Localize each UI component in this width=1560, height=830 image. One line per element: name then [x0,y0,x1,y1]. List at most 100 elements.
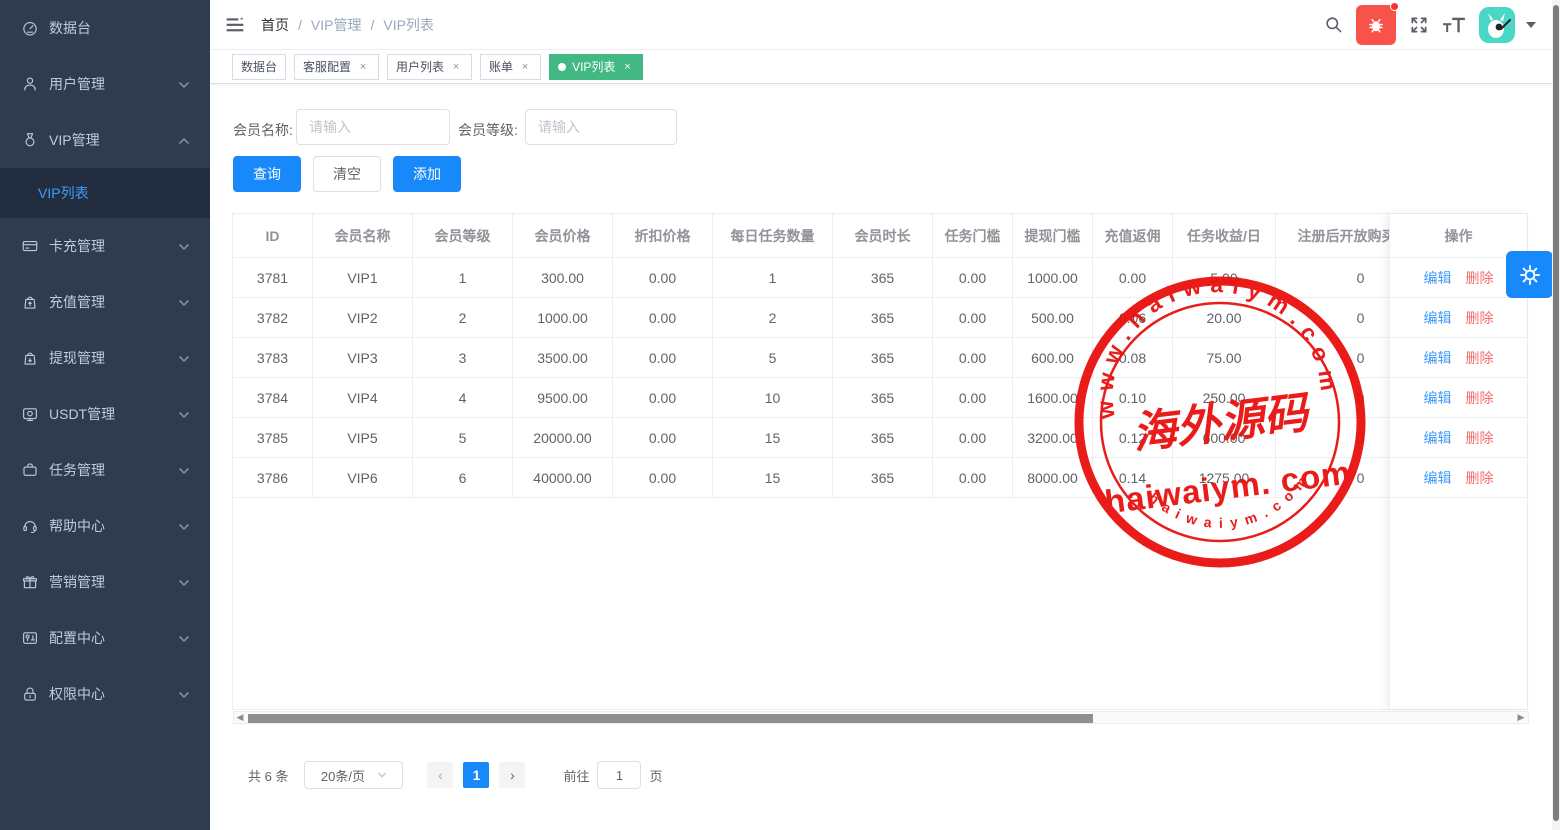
close-icon[interactable]: × [518,61,532,73]
scroll-right-icon[interactable]: ▶ [1515,712,1527,723]
chevron-down-icon [178,240,190,252]
cell: VIP4 [313,378,413,418]
current-page-button[interactable]: 1 [463,762,489,788]
cell: 0.00 [613,458,713,498]
tag-bill[interactable]: 账单 × [480,54,541,80]
delete-link[interactable]: 删除 [1466,308,1494,328]
delete-link[interactable]: 删除 [1466,428,1494,448]
cell: 3 [413,338,513,378]
chevron-down-icon [178,78,190,90]
breadcrumb: 首页 / VIP管理 / VIP列表 [261,15,434,35]
chevron-down-icon [178,520,190,532]
edit-link[interactable]: 编辑 [1424,468,1452,488]
sidebar-item-tasks[interactable]: 任务管理 [0,442,210,498]
edit-link[interactable]: 编辑 [1424,268,1452,288]
total-count: 共 6 条 [248,766,288,785]
row-actions: 编辑删除 [1390,458,1527,498]
tag-vip-list-active[interactable]: VIP列表 × [549,54,643,80]
sidebar-item-label: 用户管理 [49,74,105,94]
query-button[interactable]: 查询 [233,156,301,192]
config-icon [21,629,39,647]
fullscreen-icon[interactable] [1409,15,1429,35]
cell: 1275.00 [1173,458,1276,498]
close-icon[interactable]: × [620,61,634,73]
cell: 2 [413,298,513,338]
cell: 15 [713,458,833,498]
breadcrumb-home[interactable]: 首页 [261,15,289,35]
sidebar-toggle-icon[interactable] [225,15,245,35]
cell: 1 [413,258,513,298]
horizontal-scrollbar-thumb[interactable] [248,714,1093,723]
horizontal-scrollbar[interactable]: ◀ ▶ [233,711,1529,724]
delete-link[interactable]: 删除 [1466,348,1494,368]
sidebar-item-users[interactable]: 用户管理 [0,56,210,112]
sidebar-item-marketing[interactable]: 营销管理 [0,554,210,610]
next-page-button[interactable]: › [499,762,525,788]
col-task-threshold: 任务门槛 [933,214,1013,258]
breadcrumb-vip[interactable]: VIP管理 [311,15,362,35]
sidebar-item-help[interactable]: 帮助中心 [0,498,210,554]
sidebar-item-label: 提现管理 [49,348,105,368]
col-member-name: 会员名称 [313,214,413,258]
page-size-select[interactable]: 20条/页 [304,761,403,789]
cell: 0.00 [933,338,1013,378]
cell: 1 [713,258,833,298]
sidebar-item-label: 卡充管理 [49,236,105,256]
cell: 1000.00 [513,298,613,338]
col-task-income: 任务收益/日 [1173,214,1276,258]
goto-page-input[interactable] [597,761,641,789]
sidebar-item-vip-list[interactable]: VIP列表 [0,168,210,218]
tag-dashboard[interactable]: 数据台 [232,54,286,80]
col-duration: 会员时长 [833,214,933,258]
scroll-left-icon[interactable]: ◀ [234,712,246,723]
sidebar-item-vip[interactable]: VIP管理 [0,112,210,168]
search-icon[interactable] [1324,15,1343,34]
settings-gear-button[interactable] [1506,251,1553,298]
error-log-button[interactable] [1356,5,1396,45]
table-row: 3785VIP5520000.000.00153650.003200.000.1… [233,418,1527,458]
cell: 15 [713,418,833,458]
cell-id: 3783 [233,338,313,378]
sidebar-item-permissions[interactable]: 权限中心 [0,666,210,722]
col-discount-price: 折扣价格 [613,214,713,258]
tag-kefu-config[interactable]: 客服配置 × [294,54,379,80]
cell: 0.00 [933,258,1013,298]
edit-link[interactable]: 编辑 [1424,428,1452,448]
user-icon [21,75,39,93]
col-withdraw-threshold: 提现门槛 [1013,214,1093,258]
delete-link[interactable]: 删除 [1466,268,1494,288]
col-id: ID [233,214,313,258]
avatar-dropdown-caret[interactable] [1526,22,1536,28]
sidebar-item-label: 帮助中心 [49,516,105,536]
edit-link[interactable]: 编辑 [1424,348,1452,368]
delete-link[interactable]: 删除 [1466,388,1494,408]
cell: 0.00 [1093,258,1173,298]
delete-link[interactable]: 删除 [1466,468,1494,488]
sidebar-item-dashboard[interactable]: 数据台 [0,0,210,56]
close-icon[interactable]: × [356,61,370,73]
medal-icon [21,131,39,149]
clear-button[interactable]: 清空 [313,156,381,192]
vertical-scrollbar[interactable] [1552,0,1560,830]
chevron-down-icon [178,408,190,420]
font-size-icon[interactable] [1442,15,1466,35]
close-icon[interactable]: × [449,61,463,73]
tags-view-bar: 数据台 客服配置 × 用户列表 × 账单 × VIP列表 × [210,50,1560,84]
add-button[interactable]: 添加 [393,156,461,192]
tag-user-list[interactable]: 用户列表 × [387,54,472,80]
sidebar-item-config[interactable]: 配置中心 [0,610,210,666]
edit-link[interactable]: 编辑 [1424,308,1452,328]
member-level-input[interactable] [525,109,677,145]
cell: 0.00 [933,418,1013,458]
prev-page-button[interactable]: ‹ [427,762,453,788]
sidebar-item-card-recharge[interactable]: 卡充管理 [0,218,210,274]
edit-link[interactable]: 编辑 [1424,388,1452,408]
sidebar-item-withdraw[interactable]: 提现管理 [0,330,210,386]
cell: VIP3 [313,338,413,378]
sidebar-item-recharge[interactable]: 充值管理 [0,274,210,330]
member-name-input[interactable] [296,109,450,145]
sidebar-item-usdt[interactable]: USDT管理 [0,386,210,442]
vertical-scrollbar-thumb[interactable] [1553,5,1559,821]
tag-label: 账单 [489,58,513,75]
avatar[interactable] [1479,7,1515,43]
